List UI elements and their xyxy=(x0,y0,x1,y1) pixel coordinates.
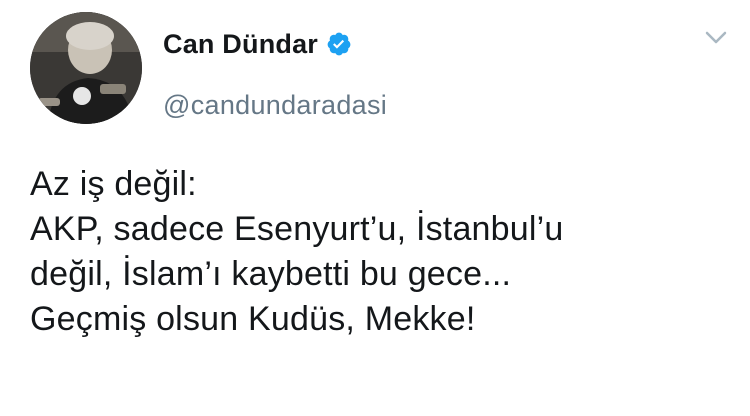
tweet-card: Can Dündar @candundaradasi Az iş değil: … xyxy=(0,0,750,416)
tweet-text-line: Geçmiş olsun Kudüs, Mekke! xyxy=(30,300,476,338)
tweet-text-line: Az iş değil: xyxy=(30,165,197,203)
avatar[interactable] xyxy=(30,12,142,124)
display-name[interactable]: Can Dündar xyxy=(163,29,318,60)
avatar-photo xyxy=(30,12,142,124)
tweet-text-line: değil, İslam’ı kaybetti bu gece... xyxy=(30,255,512,293)
user-handle[interactable]: @candundaradasi xyxy=(163,90,387,121)
name-row: Can Dündar xyxy=(163,26,387,62)
chevron-down-icon[interactable] xyxy=(704,30,728,46)
tweet-text: Az iş değil: AKP, sadece Esenyurt’u, İst… xyxy=(30,162,730,342)
tweet-header: Can Dündar @candundaradasi xyxy=(163,26,387,121)
verified-badge-icon xyxy=(326,31,352,57)
tweet-text-line: AKP, sadece Esenyurt’u, İstanbul’u xyxy=(30,210,564,248)
